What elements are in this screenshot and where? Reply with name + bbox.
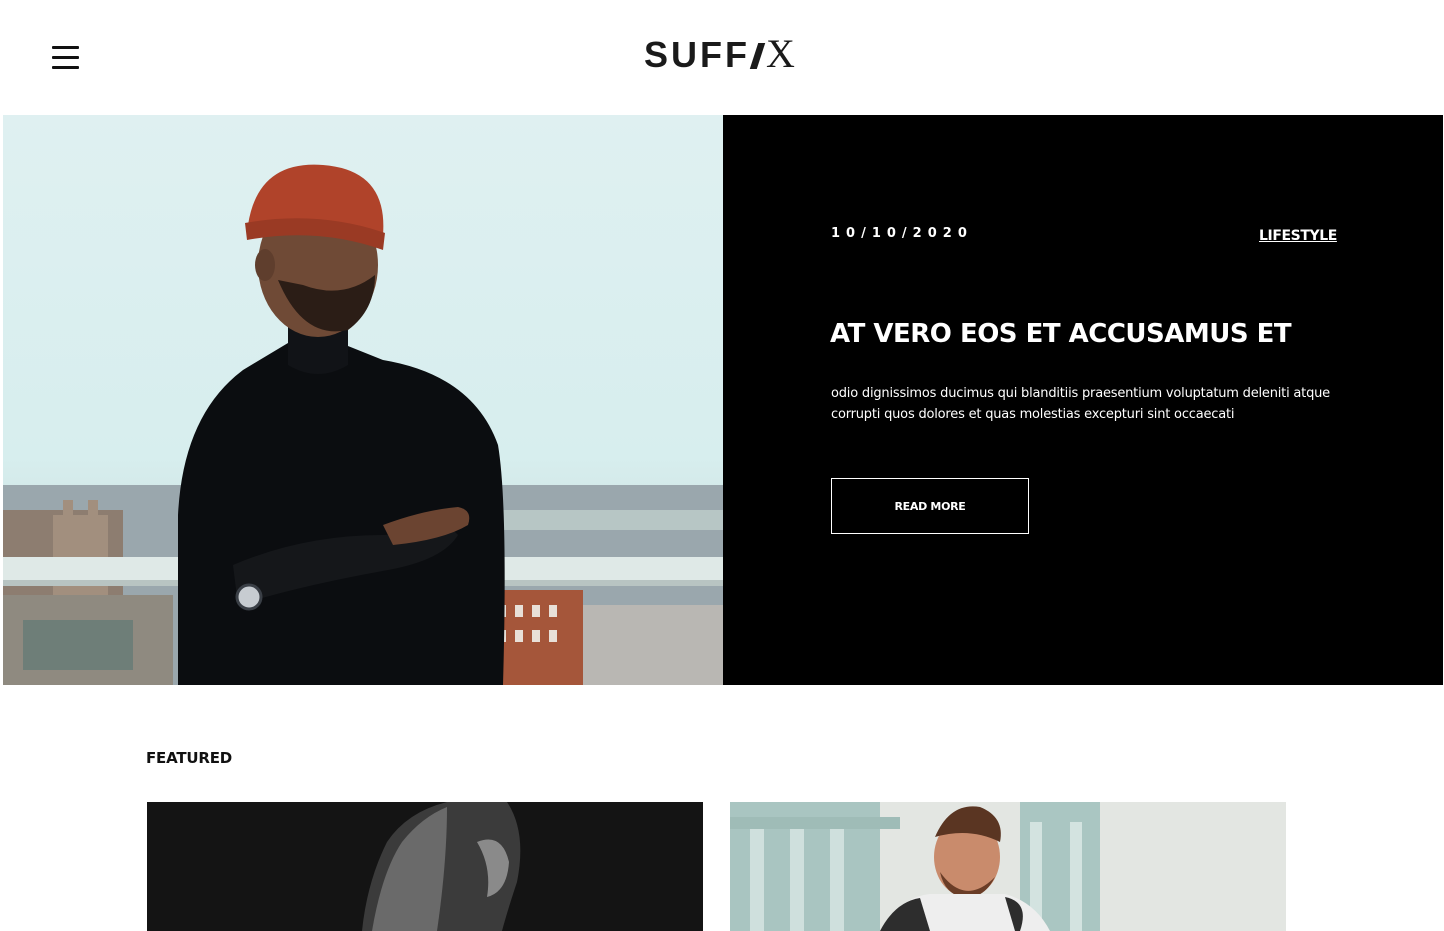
hamburger-line	[52, 56, 79, 59]
post-title[interactable]: AT VERO EOS ET ACCUSAMUS ET	[830, 317, 1292, 351]
featured-card-1[interactable]	[147, 802, 703, 931]
read-more-button[interactable]: READ MORE	[831, 478, 1029, 534]
featured-section-heading: FEATURED	[146, 749, 232, 767]
hamburger-line	[52, 46, 79, 49]
logo-text: SUFF	[644, 34, 750, 75]
hero-text-panel: 10/10/2020 LIFESTYLE AT VERO EOS ET ACCU…	[723, 115, 1443, 685]
post-excerpt: odio dignissimos ducimus qui blanditiis …	[831, 386, 1330, 422]
hero-image[interactable]	[3, 115, 723, 685]
post-date: 10/10/2020	[831, 226, 973, 241]
logo-slash-mark	[749, 43, 766, 69]
site-logo[interactable]: SUFF X	[644, 31, 795, 76]
site-header: SUFF X	[0, 0, 1444, 115]
featured-card-2[interactable]	[730, 802, 1286, 931]
featured-image-man-profile	[147, 802, 703, 931]
hero-photo-illustration	[3, 164, 723, 685]
featured-image-smiling-man	[730, 802, 1286, 931]
hamburger-menu-icon[interactable]	[52, 44, 79, 72]
category-link-lifestyle[interactable]: LIFESTYLE	[1259, 228, 1337, 244]
hero-section: 10/10/2020 LIFESTYLE AT VERO EOS ET ACCU…	[3, 115, 1443, 685]
logo-x-letter: X	[766, 31, 795, 76]
hamburger-line	[52, 66, 79, 69]
